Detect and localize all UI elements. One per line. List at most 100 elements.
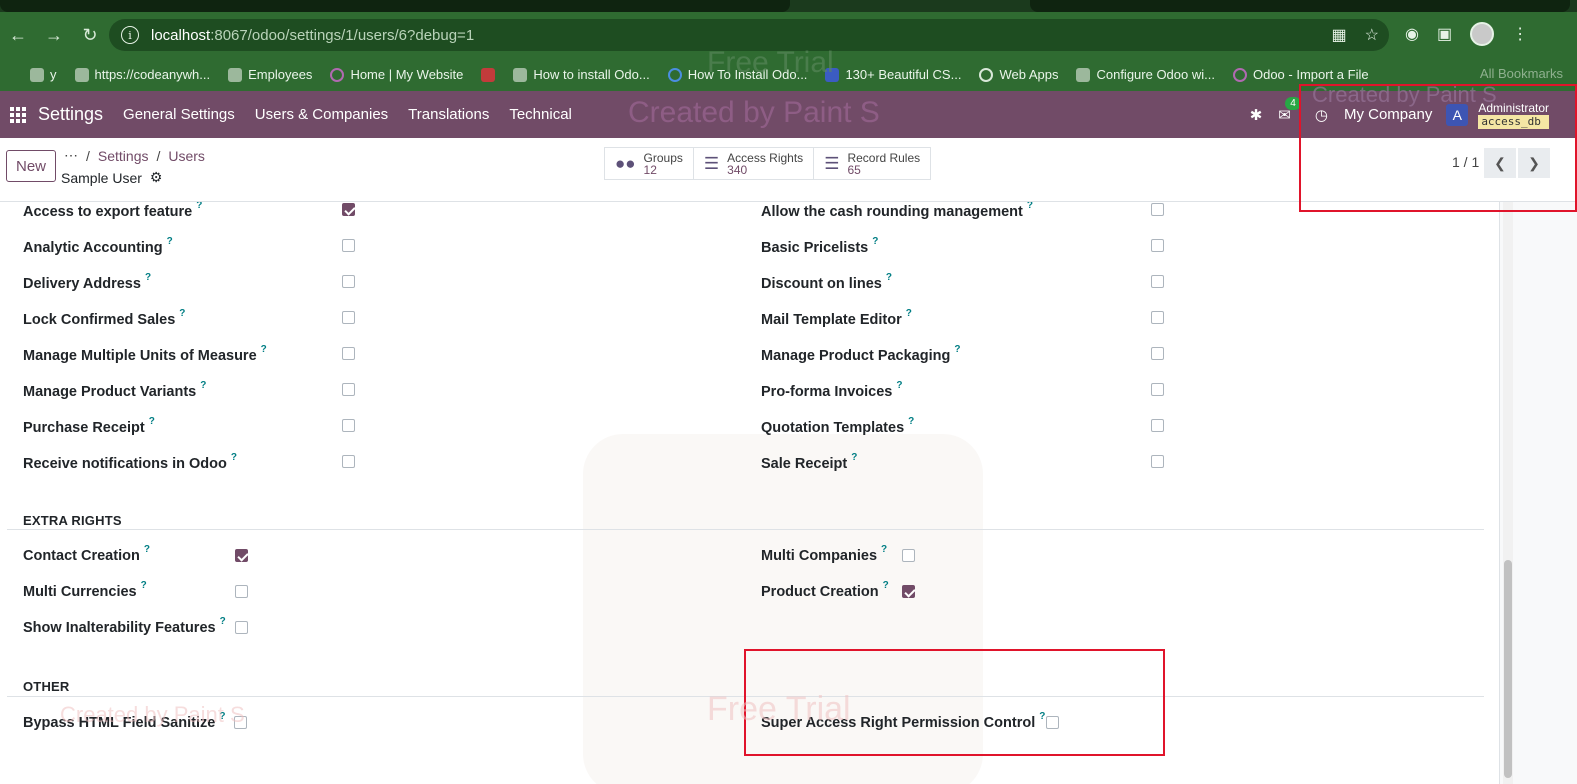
help-tooltip-icon[interactable]: ? [886,272,892,283]
product-variants-checkbox[interactable] [342,383,355,396]
url-host: localhost [151,26,211,44]
right-row: Receive notifications in Odoo? [23,452,237,472]
help-tooltip-icon[interactable]: ? [231,452,237,463]
gear-icon[interactable]: ⚙ [150,169,163,186]
back-icon[interactable]: ← [0,17,36,53]
site-info-icon[interactable]: i [121,26,139,44]
bookmark-item[interactable]: 130+ Beautiful CS... [825,67,961,82]
help-tooltip-icon[interactable]: ? [144,544,150,555]
bookmark-item[interactable]: Employees [228,67,312,82]
odoo-favicon-icon [1232,67,1247,82]
extension-icon[interactable]: ◉ [1405,24,1419,44]
help-tooltip-icon[interactable]: ? [149,416,155,427]
access-export-checkbox[interactable] [342,203,355,216]
bookmark-item[interactable]: y [30,67,57,82]
form-sheet: Access to export feature? Analytic Accou… [0,202,1500,784]
bookmark-item[interactable] [481,67,496,82]
right-row: Delivery Address? [23,272,152,292]
breadcrumb: ⋯ / Settings / Users [64,147,205,164]
mail-template-editor-checkbox[interactable] [1151,311,1164,324]
help-tooltip-icon[interactable]: ? [220,616,226,627]
bookmark-item[interactable]: Home | My Website [330,67,463,82]
help-tooltip-icon[interactable]: ? [145,272,151,283]
quotation-templates-checkbox[interactable] [1151,419,1164,432]
help-tooltip-icon[interactable]: ? [167,236,173,247]
help-tooltip-icon[interactable]: ? [141,580,147,591]
bookmark-item[interactable]: https://codeanywh... [74,67,210,82]
multi-currencies-checkbox[interactable] [235,585,248,598]
help-tooltip-icon[interactable]: ? [200,380,206,391]
bookmark-item[interactable]: Web Apps [979,67,1058,82]
basic-pricelists-checkbox[interactable] [1151,239,1164,252]
chat-icon[interactable]: ✉ 4 [1278,96,1301,124]
bookmark-star-icon[interactable]: ☆ [1365,25,1379,45]
help-tooltip-icon[interactable]: ? [196,202,202,211]
puzzle-icon[interactable]: ▣ [1437,24,1452,44]
purchase-receipt-checkbox[interactable] [342,419,355,432]
install-app-icon[interactable]: ▦ [1332,25,1347,45]
product-packaging-checkbox[interactable] [1151,347,1164,360]
right-row: Product Creation? [761,580,889,600]
help-tooltip-icon[interactable]: ? [908,416,914,427]
discount-lines-checkbox[interactable] [1151,275,1164,288]
help-tooltip-icon[interactable]: ? [851,452,857,463]
receive-notifications-checkbox[interactable] [342,455,355,468]
right-row: Access to export feature? [23,202,203,220]
help-tooltip-icon[interactable]: ? [896,380,902,391]
app-brand[interactable]: Settings [38,104,103,125]
help-tooltip-icon[interactable]: ? [872,236,878,247]
menu-kebab-icon[interactable]: ⋮ [1512,24,1528,44]
url-path: :8067/odoo/settings/1/users/6?debug=1 [210,26,475,44]
list-icon: ☰ [824,153,840,173]
sale-receipt-checkbox[interactable] [1151,455,1164,468]
profile-avatar[interactable] [1470,22,1495,46]
record-rules-smart-button[interactable]: ☰ Record Rules 65 [814,148,930,179]
debug-bug-icon[interactable]: ✱ [1250,106,1263,124]
breadcrumb-more-icon[interactable]: ⋯ [64,147,78,164]
reload-icon[interactable]: ↻ [72,17,108,53]
bookmark-item[interactable]: Configure Odoo wi... [1076,67,1215,82]
scrollbar-thumb[interactable] [1504,560,1512,778]
new-button[interactable]: New [6,150,56,182]
list-icon: ☰ [703,153,720,173]
access-rights-smart-button[interactable]: ☰ Access Rights 340 [694,148,815,179]
bookmark-item[interactable]: How To Install Odo... [667,67,807,82]
breadcrumb-settings[interactable]: Settings [98,148,149,164]
site-favicon-icon [74,67,89,82]
multi-companies-checkbox[interactable] [902,549,915,562]
right-row: Pro-forma Invoices? [761,380,903,400]
apps-menu-icon[interactable] [0,91,36,138]
help-tooltip-icon[interactable]: ? [179,308,185,319]
menu-users-companies[interactable]: Users & Companies [255,106,388,123]
browser-toolbar: ← → ↻ i localhost:8067/odoo/settings/1/u… [0,12,1577,58]
proforma-invoices-checkbox[interactable] [1151,383,1164,396]
multi-uom-checkbox[interactable] [342,347,355,360]
inalterability-checkbox[interactable] [235,621,248,634]
forward-icon[interactable]: → [36,17,72,53]
delivery-address-checkbox[interactable] [342,275,355,288]
bypass-html-sanitize-checkbox[interactable] [234,716,247,729]
analytic-accounting-checkbox[interactable] [342,239,355,252]
browser-tab[interactable] [0,0,790,12]
browser-tab[interactable] [1030,0,1570,12]
address-bar[interactable]: i localhost:8067/odoo/settings/1/users/6… [109,19,1389,51]
help-tooltip-icon[interactable]: ? [906,308,912,319]
product-creation-checkbox[interactable] [902,585,915,598]
help-tooltip-icon[interactable]: ? [883,580,889,591]
all-bookmarks[interactable]: All Bookmarks [1480,66,1563,81]
bookmark-item[interactable]: How to install Odo... [513,67,650,82]
lock-confirmed-sales-checkbox[interactable] [342,311,355,324]
menu-translations[interactable]: Translations [408,106,489,123]
help-tooltip-icon[interactable]: ? [261,344,267,355]
help-tooltip-icon[interactable]: ? [954,344,960,355]
help-tooltip-icon[interactable]: ? [219,711,225,722]
breadcrumb-users[interactable]: Users [168,148,205,164]
groups-smart-button[interactable]: ●● Groups 12 [605,148,694,179]
menu-general-settings[interactable]: General Settings [123,106,235,123]
contact-creation-checkbox[interactable] [235,549,248,562]
help-tooltip-icon[interactable]: ? [1027,202,1033,211]
cash-rounding-checkbox[interactable] [1151,203,1164,216]
menu-technical[interactable]: Technical [509,106,572,123]
bookmark-item[interactable]: Odoo - Import a File [1232,67,1369,82]
help-tooltip-icon[interactable]: ? [881,544,887,555]
